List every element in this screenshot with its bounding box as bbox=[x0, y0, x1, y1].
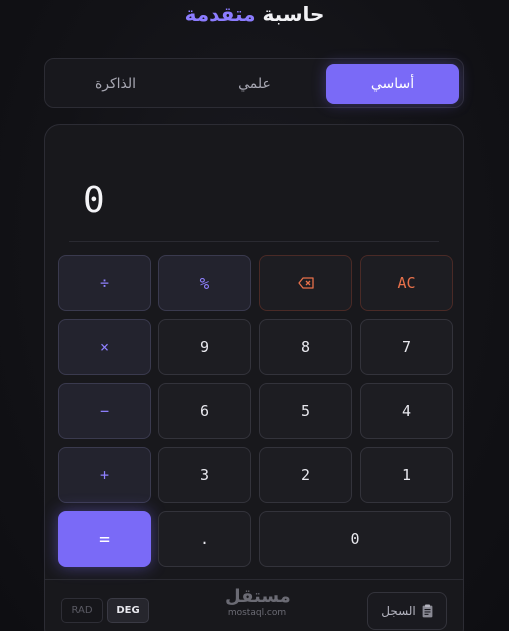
footer-divider bbox=[45, 579, 463, 580]
title-part2: متقدمة bbox=[184, 2, 256, 26]
digit-1-button[interactable]: 1 bbox=[360, 447, 453, 503]
digit-5-button[interactable]: 5 bbox=[259, 383, 352, 439]
deg-mode-button[interactable]: DEG bbox=[107, 598, 149, 623]
backspace-button[interactable] bbox=[259, 255, 352, 311]
brand-url: mostaql.com bbox=[227, 608, 287, 618]
calculator-panel: 0 ÷ % AC × 9 8 7 − 6 5 4 + 3 2 1 = . 0 R bbox=[44, 124, 464, 631]
digit-4-button[interactable]: 4 bbox=[360, 383, 453, 439]
mode-tabs: الذاكرة علمي أساسي bbox=[44, 58, 464, 108]
digit-3-button[interactable]: 3 bbox=[158, 447, 251, 503]
calculator-page: حاسبة متقدمة الذاكرة علمي أساسي 0 ÷ % AC… bbox=[0, 0, 509, 631]
tab-scientific[interactable]: علمي bbox=[188, 64, 321, 104]
display-value: 0 bbox=[83, 180, 105, 221]
backspace-icon bbox=[297, 277, 314, 289]
history-label: السجل bbox=[381, 604, 416, 618]
digit-9-button[interactable]: 9 bbox=[158, 319, 251, 375]
display-divider bbox=[69, 241, 439, 242]
clear-button[interactable]: AC bbox=[360, 255, 453, 311]
clipboard-icon bbox=[422, 604, 433, 618]
digit-0-button[interactable]: 0 bbox=[259, 511, 451, 567]
plus-button[interactable]: + bbox=[58, 447, 151, 503]
brand-logo: مستقل mostaql.com bbox=[225, 586, 291, 618]
page-title: حاسبة متقدمة bbox=[0, 0, 509, 28]
brand-name: مستقل bbox=[225, 586, 291, 607]
minus-button[interactable]: − bbox=[58, 383, 151, 439]
decimal-button[interactable]: . bbox=[158, 511, 251, 567]
equals-button[interactable]: = bbox=[58, 511, 151, 567]
tab-basic[interactable]: أساسي bbox=[326, 64, 459, 104]
digit-2-button[interactable]: 2 bbox=[259, 447, 352, 503]
title-part1: حاسبة bbox=[262, 2, 325, 26]
rad-mode-button[interactable]: RAD bbox=[61, 598, 103, 623]
divide-button[interactable]: ÷ bbox=[58, 255, 151, 311]
digit-7-button[interactable]: 7 bbox=[360, 319, 453, 375]
digit-6-button[interactable]: 6 bbox=[158, 383, 251, 439]
digit-8-button[interactable]: 8 bbox=[259, 319, 352, 375]
percent-button[interactable]: % bbox=[158, 255, 251, 311]
history-button[interactable]: السجل bbox=[367, 592, 447, 630]
multiply-button[interactable]: × bbox=[58, 319, 151, 375]
tab-memory[interactable]: الذاكرة bbox=[49, 64, 182, 104]
